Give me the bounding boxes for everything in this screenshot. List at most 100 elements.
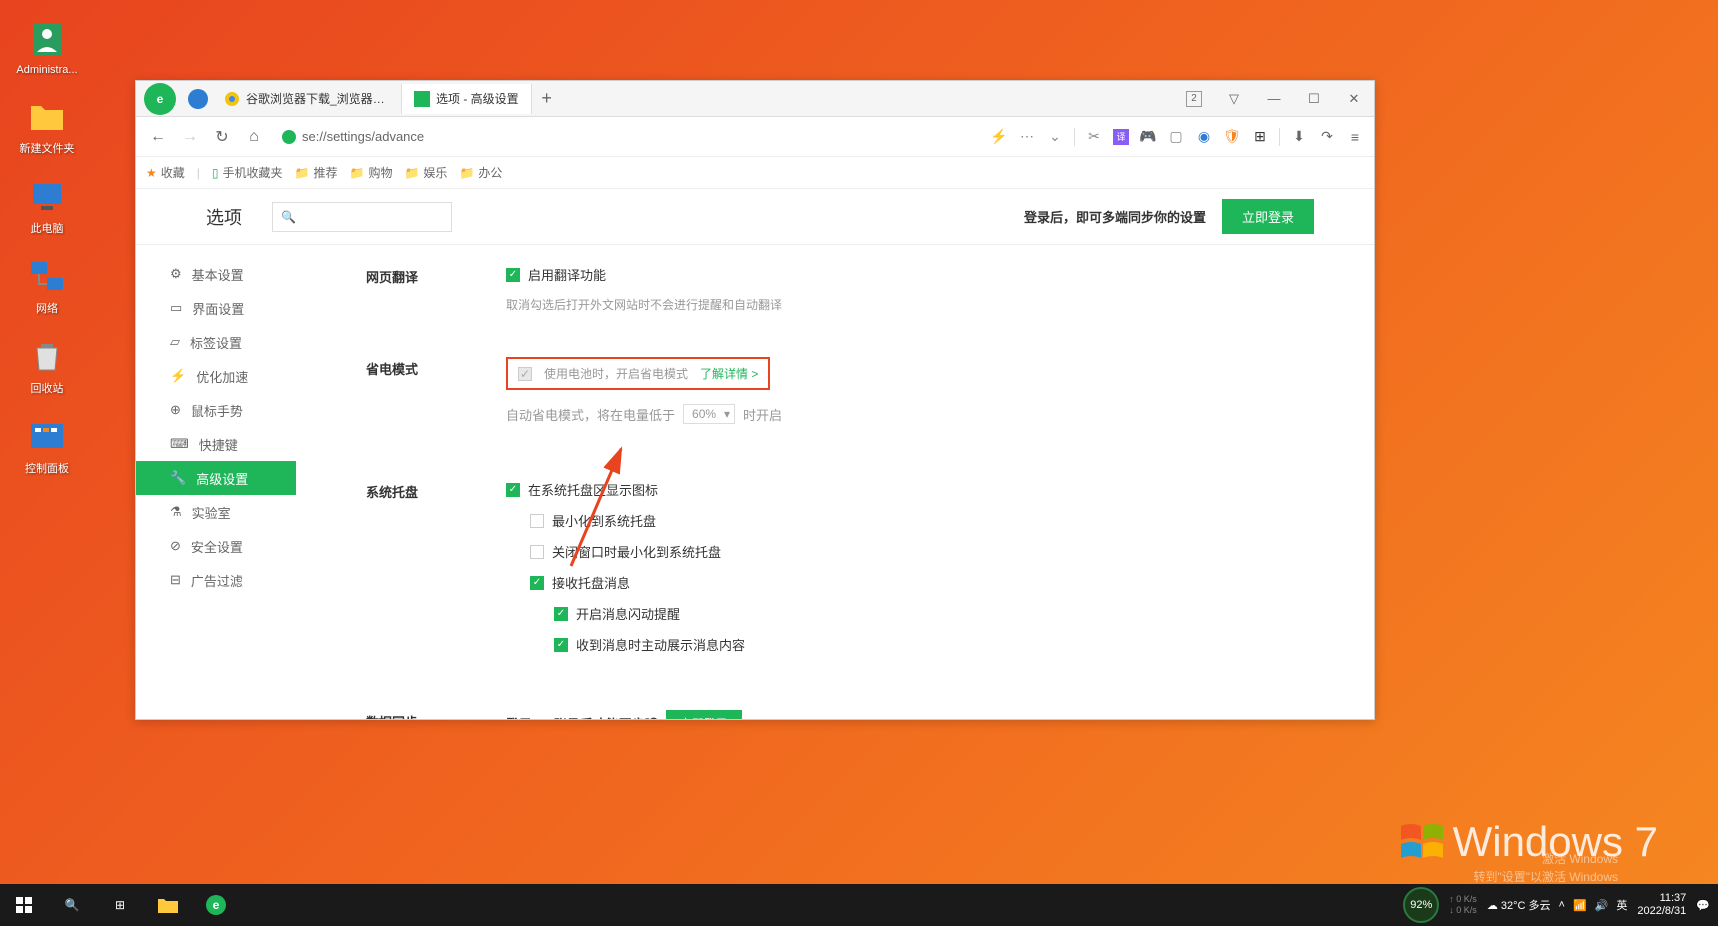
mobile-icon: ▯ bbox=[212, 166, 219, 180]
window-icon: ▭ bbox=[170, 300, 182, 316]
sidebar-item-gesture[interactable]: ⊕鼠标手势 bbox=[136, 393, 296, 427]
minimize-button[interactable]: — bbox=[1254, 81, 1294, 117]
download-icon[interactable]: ⬇ bbox=[1290, 128, 1308, 146]
keyboard-icon: ⌨ bbox=[170, 436, 189, 452]
section-sync: 数据同步 登录360账号后才能同步哦 立即登录 自动同步历史数据 bbox=[366, 710, 1334, 719]
reload-button[interactable]: ↻ bbox=[210, 125, 234, 149]
tab-chrome[interactable]: 谷歌浏览器下载_浏览器官网入口 bbox=[212, 84, 402, 114]
option-label: 接收托盘消息 bbox=[552, 573, 630, 592]
folder-icon: 📁 bbox=[295, 166, 310, 180]
desktop-icon-network[interactable]: 网络 bbox=[12, 256, 82, 316]
tray-network-icon[interactable]: 📶 bbox=[1573, 899, 1587, 912]
mobile-bookmarks[interactable]: ▯手机收藏夹 bbox=[212, 164, 283, 181]
shield-icon[interactable]: 🛡 bbox=[1223, 128, 1241, 146]
scissors-icon[interactable]: ✂ bbox=[1085, 128, 1103, 146]
folder-icon: 📁 bbox=[404, 166, 419, 180]
performance-gauge[interactable]: 92% bbox=[1403, 887, 1439, 923]
translate-icon[interactable]: 译 bbox=[1113, 129, 1129, 145]
settings-sidebar: ⚙基本设置 ▭界面设置 ▱标签设置 ⚡优化加速 ⊕鼠标手势 ⌨快捷键 🔧高级设置… bbox=[136, 245, 296, 719]
window-count-badge[interactable]: 2 bbox=[1174, 81, 1214, 117]
bookmark-folder[interactable]: 📁购物 bbox=[350, 164, 393, 181]
forward-button[interactable]: → bbox=[178, 125, 202, 149]
sidebar-item-lab[interactable]: ⚗实验室 bbox=[136, 495, 296, 529]
more-icon[interactable]: ⋯ bbox=[1018, 128, 1036, 146]
highlighted-option: ✓ 使用电池时，开启省电模式 了解详情 > bbox=[506, 357, 770, 390]
sidebar-item-ui[interactable]: ▭界面设置 bbox=[136, 291, 296, 325]
checkbox-tray-icon[interactable]: ✓ bbox=[506, 483, 520, 497]
chevron-down-icon[interactable]: ⌄ bbox=[1046, 128, 1064, 146]
option-label: 开启消息闪动提醒 bbox=[576, 604, 680, 623]
new-tab-button[interactable]: + bbox=[532, 88, 562, 109]
taskbar-explorer[interactable] bbox=[144, 884, 192, 926]
wrench-icon: 🔧 bbox=[170, 470, 186, 486]
browser-logo-icon[interactable]: e bbox=[144, 83, 176, 115]
tab-action-icon[interactable] bbox=[188, 89, 208, 109]
weather-tray[interactable]: ☁ 32°C 多云 bbox=[1487, 897, 1551, 913]
maximize-button[interactable]: ☐ bbox=[1294, 81, 1334, 117]
tray-volume-icon[interactable]: 🔊 bbox=[1595, 899, 1609, 912]
taskbar: 🔍 ⊞ e 92% ↑ 0 K/s ↓ 0 K/s ☁ 32°C 多云 ˄ 📶 … bbox=[0, 884, 1718, 926]
checkbox-flash-remind[interactable]: ✓ bbox=[554, 607, 568, 621]
checkbox-show-content[interactable]: ✓ bbox=[554, 638, 568, 652]
close-button[interactable]: ✕ bbox=[1334, 81, 1374, 117]
desktop-icon-admin[interactable]: Administra... bbox=[12, 20, 82, 76]
notification-icon[interactable]: 💬 bbox=[1696, 899, 1710, 912]
tab-settings[interactable]: 选项 - 高级设置 bbox=[402, 84, 532, 114]
tray-ime[interactable]: 英 bbox=[1616, 897, 1627, 913]
circle-icon[interactable]: ◉ bbox=[1195, 128, 1213, 146]
start-button[interactable] bbox=[0, 884, 48, 926]
settings-search-input[interactable]: 🔍 bbox=[272, 202, 452, 232]
checkbox-receive-msg[interactable]: ✓ bbox=[530, 576, 544, 590]
flask-icon: ⚗ bbox=[170, 504, 182, 520]
battery-threshold-select[interactable]: 60% bbox=[683, 404, 735, 424]
lightning-icon[interactable]: ⚡ bbox=[990, 128, 1008, 146]
game-icon[interactable]: 🎮 bbox=[1139, 128, 1157, 146]
settings-main[interactable]: 网页翻译 ✓ 启用翻译功能 取消勾选后打开外文网站时不会进行提醒和自动翻译 省电… bbox=[296, 245, 1374, 719]
back-button[interactable]: ← bbox=[146, 125, 170, 149]
checkbox-translate-enable[interactable]: ✓ bbox=[506, 268, 520, 282]
desktop-icon-folder[interactable]: 新建文件夹 bbox=[12, 96, 82, 156]
tab-bar: e 谷歌浏览器下载_浏览器官网入口 选项 - 高级设置 + 2 ▽ — ☐ ✕ bbox=[136, 81, 1374, 117]
taskview-button[interactable]: ⊞ bbox=[96, 884, 144, 926]
sidebar-item-optimize[interactable]: ⚡优化加速 bbox=[136, 359, 296, 393]
desktop-icon-recycle[interactable]: 回收站 bbox=[12, 336, 82, 396]
page-title: 选项 bbox=[206, 204, 242, 230]
url-input[interactable]: se://settings/advance bbox=[274, 123, 982, 151]
browser-window: e 谷歌浏览器下载_浏览器官网入口 选项 - 高级设置 + 2 ▽ — ☐ ✕ … bbox=[135, 80, 1375, 720]
home-button[interactable]: ⌂ bbox=[242, 125, 266, 149]
favorites-button[interactable]: ★收藏 bbox=[146, 164, 185, 181]
sidebar-item-tabs[interactable]: ▱标签设置 bbox=[136, 325, 296, 359]
sidebar-item-adblock[interactable]: ⊟广告过滤 bbox=[136, 563, 296, 597]
bookmark-folder[interactable]: 📁娱乐 bbox=[404, 164, 447, 181]
login-button[interactable]: 立即登录 bbox=[1222, 199, 1314, 234]
bookmark-folder[interactable]: 📁办公 bbox=[459, 164, 502, 181]
square-icon[interactable]: ▢ bbox=[1167, 128, 1185, 146]
filter-icon[interactable]: ▽ bbox=[1214, 81, 1254, 117]
desktop-icon-control-panel[interactable]: 控制面板 bbox=[12, 416, 82, 476]
separator bbox=[1279, 128, 1280, 146]
sidebar-item-basic[interactable]: ⚙基本设置 bbox=[136, 257, 296, 291]
activation-watermark: 激活 Windows 转到"设置"以激活 Windows bbox=[1473, 850, 1618, 886]
learn-more-link[interactable]: 了解详情 > bbox=[700, 365, 758, 382]
sidebar-item-shortcut[interactable]: ⌨快捷键 bbox=[136, 427, 296, 461]
sync-login-button[interactable]: 立即登录 bbox=[666, 710, 742, 719]
tray-chevron-up-icon[interactable]: ˄ bbox=[1559, 899, 1565, 911]
taskbar-clock[interactable]: 11:37 2022/8/31 bbox=[1637, 892, 1686, 918]
checkbox-minimize-tray[interactable] bbox=[530, 514, 544, 528]
menu-icon[interactable]: ≡ bbox=[1346, 128, 1364, 146]
option-label: 启用翻译功能 bbox=[528, 265, 606, 284]
checkbox-close-minimize[interactable] bbox=[530, 545, 544, 559]
checkbox-power-enable[interactable]: ✓ bbox=[518, 367, 532, 381]
sync-prompt: 登录360账号后才能同步哦 bbox=[506, 714, 658, 719]
desktop-icon-pc[interactable]: 此电脑 bbox=[12, 176, 82, 236]
refresh-icon[interactable]: ↷ bbox=[1318, 128, 1336, 146]
block-icon: ⊟ bbox=[170, 572, 181, 588]
sidebar-item-advanced[interactable]: 🔧高级设置 bbox=[136, 461, 296, 495]
separator bbox=[1074, 128, 1075, 146]
bookmark-folder[interactable]: 📁推荐 bbox=[295, 164, 338, 181]
search-button[interactable]: 🔍 bbox=[48, 884, 96, 926]
folder-icon: 📁 bbox=[350, 166, 365, 180]
sidebar-item-security[interactable]: ⊘安全设置 bbox=[136, 529, 296, 563]
grid-icon[interactable]: ⊞ bbox=[1251, 128, 1269, 146]
taskbar-browser[interactable]: e bbox=[192, 884, 240, 926]
